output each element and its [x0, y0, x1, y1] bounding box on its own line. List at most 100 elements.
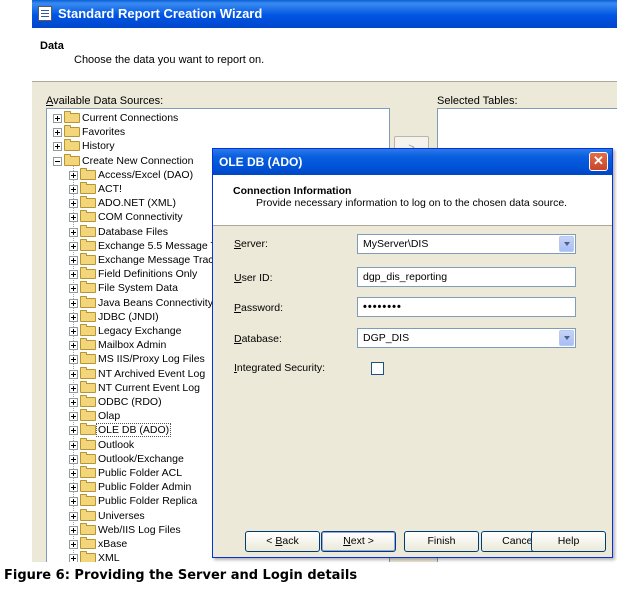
password-label: Password: [234, 302, 284, 314]
server-combo[interactable]: MyServer\DIS [357, 234, 576, 254]
tree-item-label: XML [98, 552, 120, 562]
wizard-titlebar[interactable]: Standard Report Creation Wizard [32, 0, 617, 28]
server-label: Server: [234, 238, 268, 250]
connection-info-description: Provide necessary information to log on … [256, 197, 568, 209]
expand-icon[interactable] [69, 213, 78, 223]
expand-icon[interactable] [69, 554, 78, 562]
tree-item-label: Legacy Exchange [98, 325, 182, 337]
tree-item-label: Database Files [98, 225, 169, 238]
expand-icon[interactable] [69, 440, 78, 450]
tree-item-label: xBase [98, 538, 128, 550]
chevron-down-icon[interactable] [559, 236, 574, 252]
folder-icon [80, 295, 96, 308]
expand-icon[interactable] [69, 355, 78, 365]
tree-item-label: JDBC (JNDI) [98, 310, 159, 323]
expand-icon[interactable] [69, 185, 78, 194]
folder-icon [80, 366, 96, 379]
folder-icon [80, 409, 96, 422]
expand-icon[interactable] [69, 327, 78, 336]
expand-icon[interactable] [69, 170, 78, 180]
folder-icon [80, 309, 96, 322]
tree-item-label: Universes [98, 509, 145, 522]
chevron-down-icon[interactable] [559, 330, 574, 346]
folder-icon [80, 423, 96, 436]
folder-icon [80, 522, 96, 535]
folder-icon [64, 153, 80, 166]
expand-icon[interactable] [69, 525, 78, 535]
integrated-security-checkbox[interactable] [371, 362, 384, 375]
expand-icon[interactable] [69, 426, 78, 436]
dialog-header: Connection Information Provide necessary… [213, 175, 612, 226]
expand-icon[interactable] [69, 227, 78, 237]
user-id-field[interactable]: dgp_dis_reporting [357, 267, 576, 287]
tree-item-label: Public Folder Admin [98, 481, 192, 494]
tree-item-label: Olap [98, 410, 121, 423]
tree-item-label: Current Connections [82, 112, 179, 124]
expand-icon[interactable] [69, 398, 78, 407]
folder-icon [80, 380, 96, 393]
expand-icon[interactable] [69, 469, 78, 478]
dialog-title: OLE DB (ADO) [219, 155, 303, 169]
folder-icon [80, 196, 96, 209]
expand-icon[interactable] [53, 142, 62, 152]
expand-icon[interactable] [69, 298, 78, 308]
expand-icon[interactable] [53, 114, 62, 123]
help-button[interactable]: Help [531, 531, 606, 552]
expand-icon[interactable] [69, 540, 78, 549]
folder-icon [80, 182, 96, 194]
tree-item-label: Field Definitions Only [98, 268, 198, 281]
tree-item-label: MS IIS/Proxy Log Files [98, 353, 205, 366]
dialog-titlebar[interactable]: OLE DB (ADO) ✕ [213, 149, 612, 175]
expand-icon[interactable] [69, 497, 78, 507]
folder-icon [64, 139, 80, 152]
expand-icon[interactable] [69, 412, 78, 422]
folder-icon [64, 125, 80, 138]
expand-icon[interactable] [69, 312, 78, 322]
expand-icon[interactable] [69, 270, 78, 280]
tree-item-label: Public Folder ACL [98, 467, 183, 479]
folder-icon [80, 395, 96, 407]
database-value: DGP_DIS [363, 332, 410, 344]
folder-icon [80, 238, 96, 251]
figure-caption: Figure 6: Providing the Server and Login… [4, 568, 358, 583]
expand-icon[interactable] [69, 483, 78, 493]
folder-icon [80, 324, 96, 336]
wizard-step-description: Choose the data you want to report on. [74, 54, 265, 66]
tree-item-label: Exchange 5.5 Message Tra [98, 239, 226, 252]
folder-icon [80, 267, 96, 280]
tree-item-label: ADO.NET (XML) [98, 197, 176, 210]
selected-tables-label: Selected Tables: [437, 95, 518, 107]
expand-icon[interactable] [69, 511, 78, 521]
folder-icon [80, 437, 96, 450]
report-icon [38, 6, 52, 21]
connection-info-title: Connection Information [233, 185, 352, 197]
expand-icon[interactable] [69, 241, 78, 251]
expand-icon[interactable] [69, 369, 78, 379]
user-id-label: User ID: [234, 272, 273, 284]
tree-item-label: Exchange Message Trackin [98, 254, 227, 266]
ole-db-dialog: OLE DB (ADO) ✕ Connection Information Pr… [212, 148, 613, 558]
expand-icon[interactable] [69, 454, 78, 464]
collapse-icon[interactable] [53, 156, 62, 166]
database-combo[interactable]: DGP_DIS [357, 328, 576, 348]
tree-item-label: Favorites [82, 126, 126, 139]
expand-icon[interactable] [69, 383, 78, 393]
finish-button[interactable]: Finish [404, 531, 479, 552]
expand-icon[interactable] [69, 256, 78, 265]
tree-item-label: Outlook/Exchange [98, 452, 184, 465]
integrated-security-label: Integrated Security: [234, 362, 326, 374]
expand-icon[interactable] [69, 284, 78, 294]
tree-item-label: NT Current Event Log [98, 381, 200, 394]
folder-icon [80, 167, 96, 180]
password-field[interactable]: •••••••• [357, 297, 576, 317]
back-button[interactable]: < Back [245, 531, 320, 552]
tree-item-label: Web/IIS Log Files [98, 523, 181, 536]
expand-icon[interactable] [69, 341, 78, 351]
folder-icon [80, 253, 96, 265]
next-button[interactable]: Next > [321, 531, 396, 552]
expand-icon[interactable] [69, 199, 78, 209]
expand-icon[interactable] [53, 128, 62, 138]
close-button[interactable]: ✕ [589, 152, 608, 171]
available-data-sources-label: Available Data Sources: [46, 95, 164, 107]
folder-icon [64, 111, 80, 123]
